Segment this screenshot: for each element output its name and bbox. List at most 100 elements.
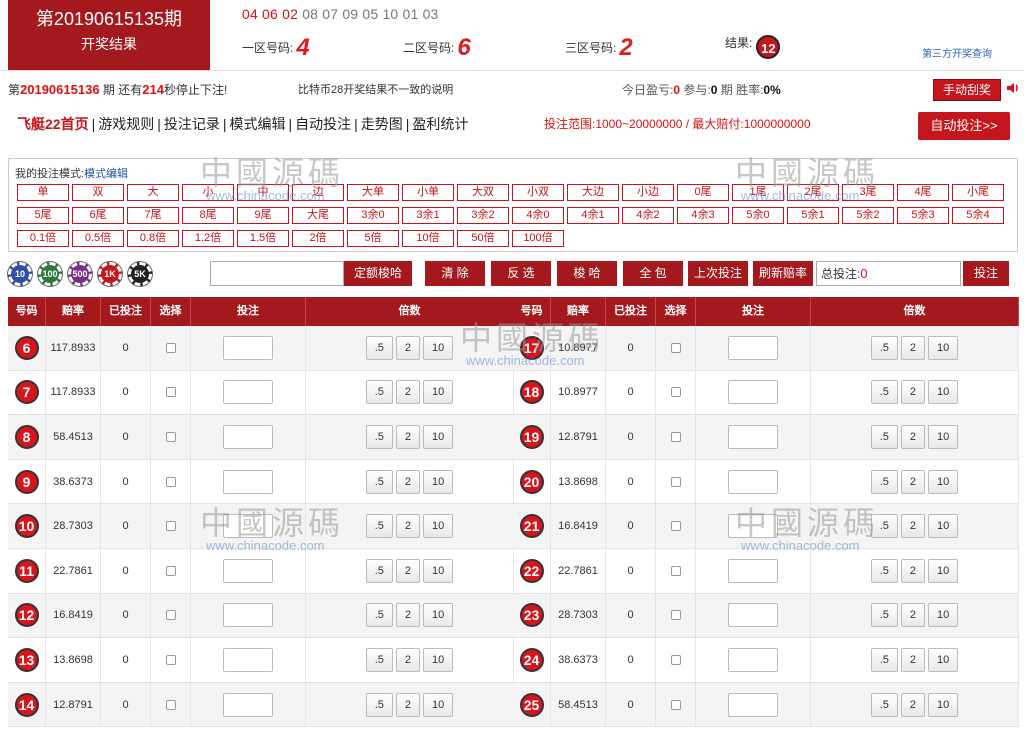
select-checkbox[interactable]	[670, 610, 681, 621]
multiplier-button[interactable]: 10	[423, 335, 454, 360]
mode-button[interactable]: 3尾	[842, 184, 894, 201]
invert-button[interactable]: 反 选	[491, 261, 551, 286]
multiplier-button[interactable]: 2	[395, 469, 421, 494]
clear-button[interactable]: 清 除	[425, 261, 485, 286]
select-checkbox[interactable]	[165, 521, 176, 532]
bet-amount-input[interactable]	[728, 335, 778, 360]
multiplier-button[interactable]: .5	[870, 469, 898, 494]
chip-10[interactable]: 10	[8, 262, 32, 286]
multiplier-button[interactable]: 2	[395, 558, 421, 583]
mode-button[interactable]: 小	[182, 184, 234, 201]
bet-amount-input[interactable]	[223, 424, 273, 449]
multiplier-button[interactable]: 10	[928, 558, 959, 583]
select-checkbox[interactable]	[670, 521, 681, 532]
select-checkbox[interactable]	[165, 431, 176, 442]
multiplier-button[interactable]: 10	[423, 558, 454, 583]
mode-button[interactable]: 10倍	[402, 230, 454, 247]
mode-button[interactable]: 大	[127, 184, 179, 201]
mode-button[interactable]: 0.8倍	[127, 230, 179, 247]
multiplier-button[interactable]: 2	[900, 335, 926, 360]
select-checkbox[interactable]	[165, 699, 176, 710]
mode-button[interactable]: 边	[292, 184, 344, 201]
mode-button[interactable]: 3余1	[402, 207, 454, 224]
bet-amount-input[interactable]	[223, 558, 273, 583]
bet-amount-input[interactable]	[223, 335, 273, 360]
multiplier-button[interactable]: 2	[395, 692, 421, 717]
mode-button[interactable]: 50倍	[457, 230, 509, 247]
multiplier-button[interactable]: 10	[928, 469, 959, 494]
multiplier-button[interactable]: 10	[423, 424, 454, 449]
multiplier-button[interactable]: .5	[365, 603, 393, 628]
multiplier-button[interactable]: .5	[365, 380, 393, 405]
multiplier-button[interactable]: 10	[928, 335, 959, 360]
mode-button[interactable]: 7尾	[127, 207, 179, 224]
mode-button[interactable]: 0.5倍	[72, 230, 124, 247]
select-checkbox[interactable]	[670, 387, 681, 398]
chip-500[interactable]: 500	[68, 262, 92, 286]
mode-button[interactable]: 8尾	[182, 207, 234, 224]
multiplier-button[interactable]: 10	[423, 380, 454, 405]
mode-button[interactable]: 5尾	[17, 207, 69, 224]
nav-item[interactable]: 盈利统计	[412, 116, 468, 132]
multiplier-button[interactable]: .5	[365, 692, 393, 717]
multiplier-button[interactable]: 10	[928, 514, 959, 539]
mode-button[interactable]: 中	[237, 184, 289, 201]
multiplier-button[interactable]: .5	[870, 692, 898, 717]
notice-link[interactable]: 比特币28开奖结果不一致的说明	[298, 81, 453, 97]
multiplier-button[interactable]: .5	[870, 380, 898, 405]
mode-button[interactable]: 4尾	[897, 184, 949, 201]
select-checkbox[interactable]	[670, 654, 681, 665]
nav-item[interactable]: 自动投注	[295, 116, 351, 132]
bet-amount-input[interactable]	[728, 558, 778, 583]
multiplier-button[interactable]: .5	[365, 335, 393, 360]
mode-button[interactable]: 大单	[347, 184, 399, 201]
mode-button[interactable]: 5余3	[897, 207, 949, 224]
select-checkbox[interactable]	[165, 387, 176, 398]
multiplier-button[interactable]: .5	[365, 558, 393, 583]
mode-button[interactable]: 小边	[622, 184, 674, 201]
nav-item[interactable]: 游戏规则	[98, 116, 154, 132]
select-checkbox[interactable]	[670, 565, 681, 576]
refresh-odds-button[interactable]: 刷新赔率	[753, 261, 813, 286]
allin-button[interactable]: 梭 哈	[557, 261, 617, 286]
multiplier-button[interactable]: .5	[870, 335, 898, 360]
mode-button[interactable]: 5余1	[787, 207, 839, 224]
multiplier-button[interactable]: .5	[365, 424, 393, 449]
multiplier-button[interactable]: 10	[423, 647, 454, 672]
bet-amount-input[interactable]	[223, 514, 273, 539]
multiplier-button[interactable]: 2	[900, 514, 926, 539]
multiplier-button[interactable]: 2	[395, 335, 421, 360]
mode-button[interactable]: 2倍	[292, 230, 344, 247]
mode-button[interactable]: 1尾	[732, 184, 784, 201]
select-checkbox[interactable]	[165, 565, 176, 576]
mode-button[interactable]: 单	[17, 184, 69, 201]
select-checkbox[interactable]	[670, 476, 681, 487]
multiplier-button[interactable]: 10	[423, 603, 454, 628]
mode-edit-link[interactable]: 模式编辑	[84, 168, 128, 180]
bet-amount-input[interactable]	[728, 692, 778, 717]
bet-amount-input[interactable]	[728, 380, 778, 405]
multiplier-button[interactable]: 2	[900, 647, 926, 672]
mode-button[interactable]: 大尾	[292, 207, 344, 224]
third-party-link[interactable]: 第三方开奖查询	[922, 45, 992, 60]
mode-button[interactable]: 小单	[402, 184, 454, 201]
mode-button[interactable]: 5余0	[732, 207, 784, 224]
auto-bet-button[interactable]: 自动投注>>	[918, 112, 1010, 140]
bet-button[interactable]: 投注	[963, 261, 1009, 286]
mode-button[interactable]: 3余0	[347, 207, 399, 224]
select-checkbox[interactable]	[165, 476, 176, 487]
mode-button[interactable]: 大边	[567, 184, 619, 201]
multiplier-button[interactable]: 10	[423, 469, 454, 494]
multiplier-button[interactable]: 2	[900, 558, 926, 583]
multiplier-button[interactable]: .5	[870, 514, 898, 539]
mode-button[interactable]: 4余1	[567, 207, 619, 224]
mode-button[interactable]: 1.2倍	[182, 230, 234, 247]
mode-button[interactable]: 小双	[512, 184, 564, 201]
nav-item[interactable]: 模式编辑	[230, 116, 286, 132]
mode-button[interactable]: 5余4	[952, 207, 1004, 224]
multiplier-button[interactable]: 10	[928, 380, 959, 405]
bet-amount-input[interactable]	[223, 380, 273, 405]
mode-button[interactable]: 0.1倍	[17, 230, 69, 247]
multiplier-button[interactable]: .5	[870, 647, 898, 672]
mode-button[interactable]: 4余3	[677, 207, 729, 224]
